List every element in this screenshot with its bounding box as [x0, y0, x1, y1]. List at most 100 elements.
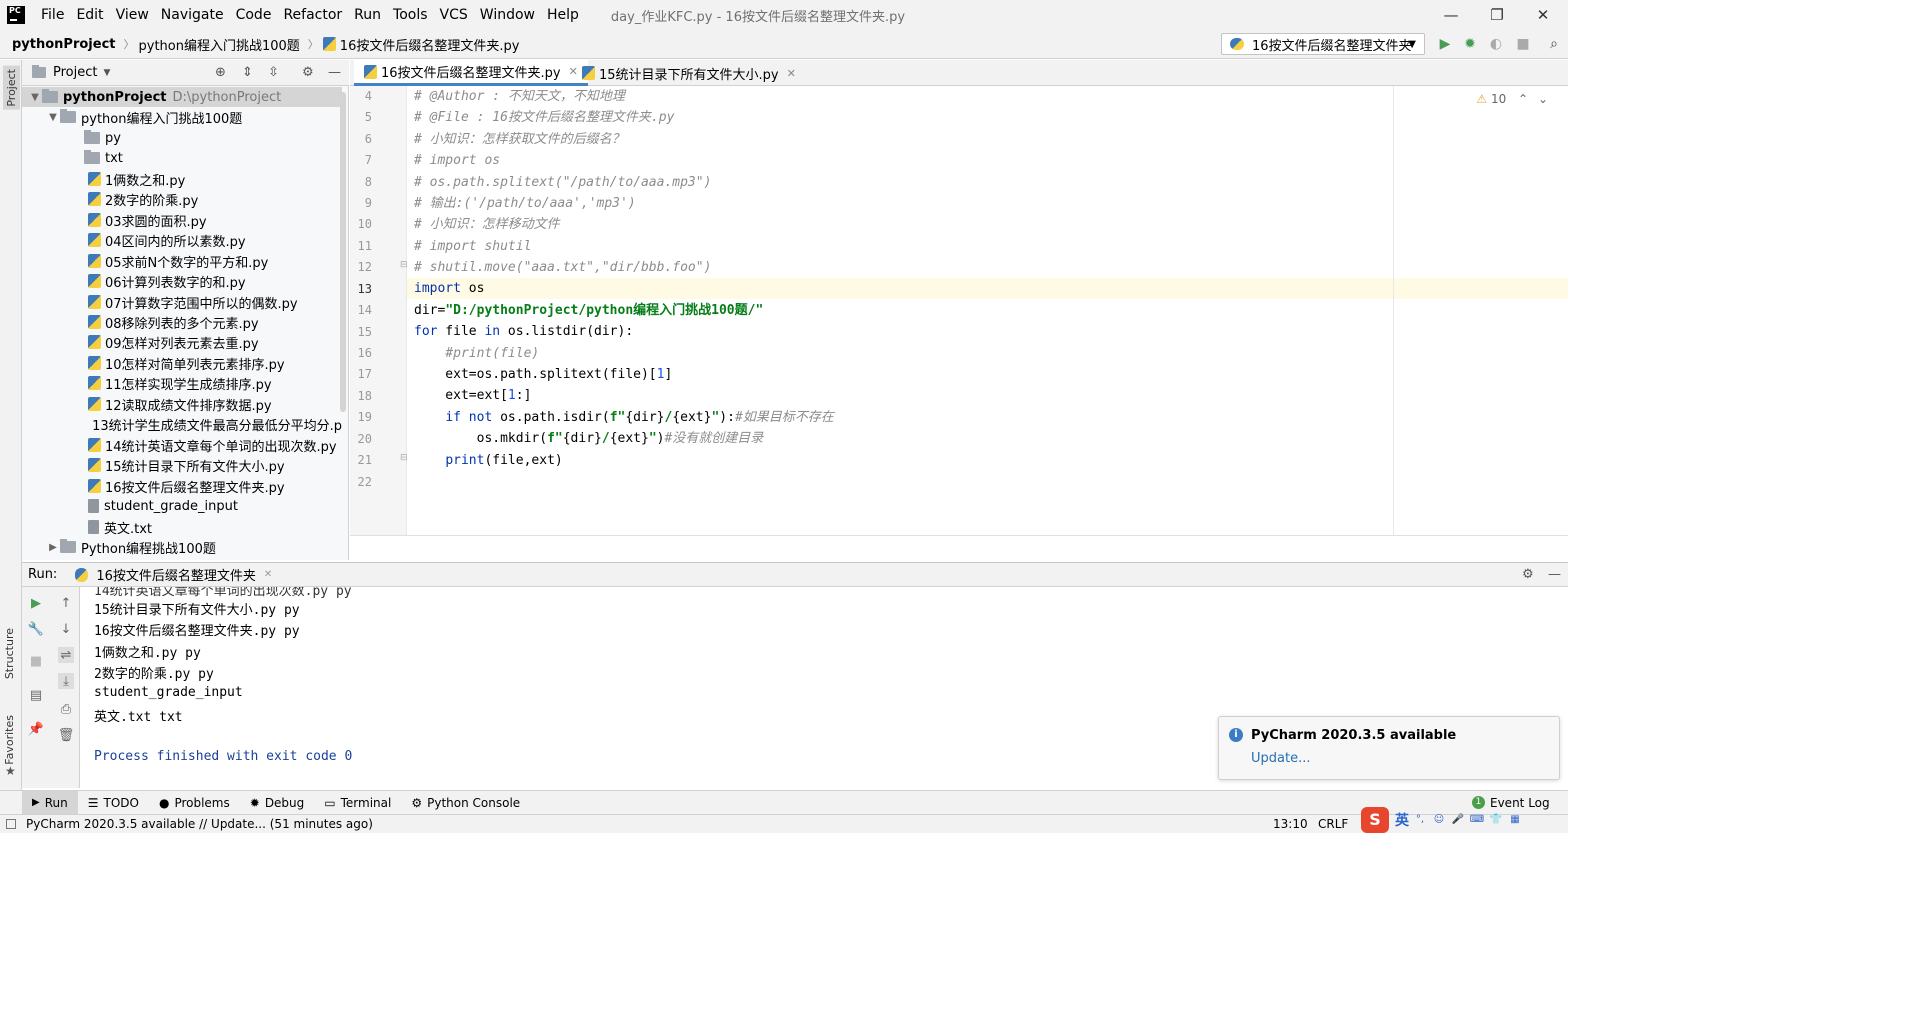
tree-file[interactable]: 12读取成绩文件排序数据.py	[22, 394, 342, 414]
menu-run[interactable]: Run	[348, 7, 387, 23]
tree-file[interactable]: 08移除列表的多个元素.py	[22, 312, 342, 332]
arrow-up-icon[interactable]: ↑	[58, 595, 74, 611]
pin-icon[interactable]: 📌	[28, 721, 44, 737]
breadcrumb-project[interactable]: pythonProject	[12, 37, 120, 52]
tree-file[interactable]: 11怎样实现学生成绩排序.py	[22, 373, 342, 393]
tree-file[interactable]: 13统计学生成绩文件最高分最低分平均分.p	[22, 414, 342, 434]
project-panel-title[interactable]: Project	[53, 65, 97, 80]
tab-todo[interactable]: ☰ TODO	[78, 791, 149, 815]
tree-file[interactable]: 1俩数之和.py	[22, 169, 342, 189]
menu-vcs[interactable]: VCS	[434, 7, 474, 23]
breadcrumb-file[interactable]: 16按文件后缀名整理文件夹.py	[340, 35, 524, 54]
minimize-button[interactable]: —	[1428, 0, 1474, 30]
tree-subfolder[interactable]: txt	[22, 148, 342, 168]
tab-python-console[interactable]: ⚙ Python Console	[401, 791, 530, 815]
ime-language[interactable]: 英	[1395, 810, 1409, 830]
fold-marker-icon[interactable]: ⊟	[400, 260, 408, 270]
smiley-icon[interactable]: ☺	[1431, 812, 1447, 828]
hide-icon[interactable]: —	[1548, 567, 1561, 582]
tree-file[interactable]: 09怎样对列表元素去重.py	[22, 332, 342, 352]
gear-icon[interactable]: ⚙	[302, 65, 314, 80]
keyboard-icon[interactable]: ⌨	[1469, 812, 1485, 828]
tab-terminal[interactable]: ▭ Terminal	[314, 791, 401, 815]
tree-root[interactable]: ▼ pythonProject D:\pythonProject	[22, 87, 342, 107]
structure-tool-tab[interactable]: Structure	[3, 628, 16, 679]
warnings-indicator[interactable]: ⚠ 10 ⌃ ⌄	[1476, 92, 1548, 106]
gear-icon[interactable]: ⚙	[1522, 567, 1534, 582]
collapse-all-icon[interactable]: ⇳	[268, 65, 279, 80]
tree-scrollbar[interactable]	[340, 92, 346, 412]
locate-icon[interactable]: ⊕	[215, 65, 226, 80]
tab-active-file[interactable]: 16按文件后缀名整理文件夹.py ✕	[354, 60, 588, 86]
arrow-down-icon[interactable]: ↓	[58, 621, 74, 637]
update-notification[interactable]: i PyCharm 2020.3.5 available Update...	[1218, 716, 1560, 780]
menu-navigate[interactable]: Navigate	[155, 7, 230, 23]
layout-icon[interactable]: ▤	[28, 687, 44, 703]
expand-all-icon[interactable]: ⇕	[242, 65, 253, 80]
chevron-down-icon[interactable]: ▼	[46, 112, 60, 123]
toggle-tool-windows-icon[interactable]	[6, 819, 16, 829]
tree-file[interactable]: 16按文件后缀名整理文件夹.py	[22, 476, 342, 496]
tree-file[interactable]: 英文.txt	[22, 517, 342, 537]
breadcrumb-folder[interactable]: python编程入门挑战100题	[139, 35, 304, 54]
close-tab-icon[interactable]: ✕	[787, 67, 796, 80]
menu-tools[interactable]: Tools	[387, 7, 434, 23]
close-button[interactable]: ✕	[1520, 0, 1566, 30]
stop-icon[interactable]: ■	[28, 653, 44, 669]
search-icon[interactable]: ⌕	[1546, 36, 1562, 52]
tab-run[interactable]: ▶ Run	[22, 790, 78, 815]
status-message[interactable]: PyCharm 2020.3.5 available // Update... …	[26, 817, 373, 831]
print-icon[interactable]: ⎙	[58, 701, 74, 717]
menu-code[interactable]: Code	[230, 7, 278, 23]
close-tab-icon[interactable]: ✕	[264, 569, 272, 580]
menu-window[interactable]: Window	[474, 7, 541, 23]
line-separator[interactable]: CRLF	[1318, 817, 1348, 831]
caret-position[interactable]: 13:10	[1273, 817, 1308, 831]
tree-file[interactable]: 10怎样对简单列表元素排序.py	[22, 353, 342, 373]
tree-file[interactable]: 04区间内的所以素数.py	[22, 230, 342, 250]
run-configuration-select[interactable]: 16按文件后缀名整理文件夹 ▼	[1221, 33, 1425, 55]
menu-view[interactable]: View	[110, 7, 155, 23]
chevron-down-icon[interactable]: ▼	[28, 92, 42, 103]
soft-wrap-icon[interactable]: ⇌	[58, 647, 74, 663]
tree-folder[interactable]: ▼ python编程入门挑战100题	[22, 107, 342, 127]
tree-file[interactable]: 2数字的阶乘.py	[22, 189, 342, 209]
tree-subfolder[interactable]: py	[22, 128, 342, 148]
menu-refactor[interactable]: Refactor	[277, 7, 348, 23]
microphone-icon[interactable]: 🎤	[1450, 812, 1466, 828]
code-editor[interactable]: 4 5 6 7 8 9 10 11 12 13 14 15 16 17 18 1…	[350, 86, 1568, 535]
tree-file[interactable]: 14统计英语文章每个单词的出现次数.py	[22, 435, 342, 455]
toolbox-icon[interactable]: ▦	[1507, 812, 1523, 828]
tree-folder[interactable]: ▶ Python编程挑战100题	[22, 537, 342, 557]
update-link[interactable]: Update...	[1251, 751, 1310, 766]
menu-edit[interactable]: Edit	[70, 7, 109, 23]
tab-file[interactable]: 15统计目录下所有文件大小.py ✕	[572, 60, 806, 86]
menu-file[interactable]: File	[35, 7, 70, 23]
rerun-icon[interactable]: ▶	[28, 595, 44, 611]
tree-file[interactable]: 06计算列表数字的和.py	[22, 271, 342, 291]
scroll-to-end-icon[interactable]: ⤓	[58, 673, 74, 689]
tree-file[interactable]: student_grade_input	[22, 496, 342, 516]
tab-problems[interactable]: ● Problems	[149, 791, 240, 815]
run-icon[interactable]: ▶	[1437, 36, 1453, 52]
sogou-ime-icon[interactable]: S	[1361, 807, 1389, 833]
debug-icon[interactable]: ✹	[1462, 36, 1478, 52]
chevron-right-icon[interactable]: ▶	[46, 542, 60, 553]
run-tab[interactable]: 16按文件后缀名整理文件夹 ✕	[75, 565, 272, 584]
menu-help[interactable]: Help	[541, 7, 585, 23]
tree-file[interactable]: 07计算数字范围中所以的偶数.py	[22, 292, 342, 312]
skin-icon[interactable]: 👕	[1488, 812, 1504, 828]
tree-file[interactable]: 05求前N个数字的平方和.py	[22, 251, 342, 271]
coverage-icon[interactable]: ◐	[1488, 36, 1504, 52]
chevron-down-icon[interactable]: ▼	[103, 68, 110, 78]
pycharm-logo-icon[interactable]: PC	[7, 6, 25, 24]
wrench-icon[interactable]: 🔧	[28, 621, 44, 637]
trash-icon[interactable]: 🗑	[58, 727, 75, 743]
fold-marker-icon[interactable]: ⊟	[400, 453, 408, 463]
project-tool-tab[interactable]: Project	[3, 66, 20, 110]
hide-icon[interactable]: —	[328, 65, 341, 80]
restore-button[interactable]: ❐	[1474, 0, 1520, 30]
punctuation-icon[interactable]: °,	[1412, 812, 1428, 828]
tree-file[interactable]: 03求圆的面积.py	[22, 210, 342, 230]
tab-debug[interactable]: ✹ Debug	[240, 791, 315, 815]
